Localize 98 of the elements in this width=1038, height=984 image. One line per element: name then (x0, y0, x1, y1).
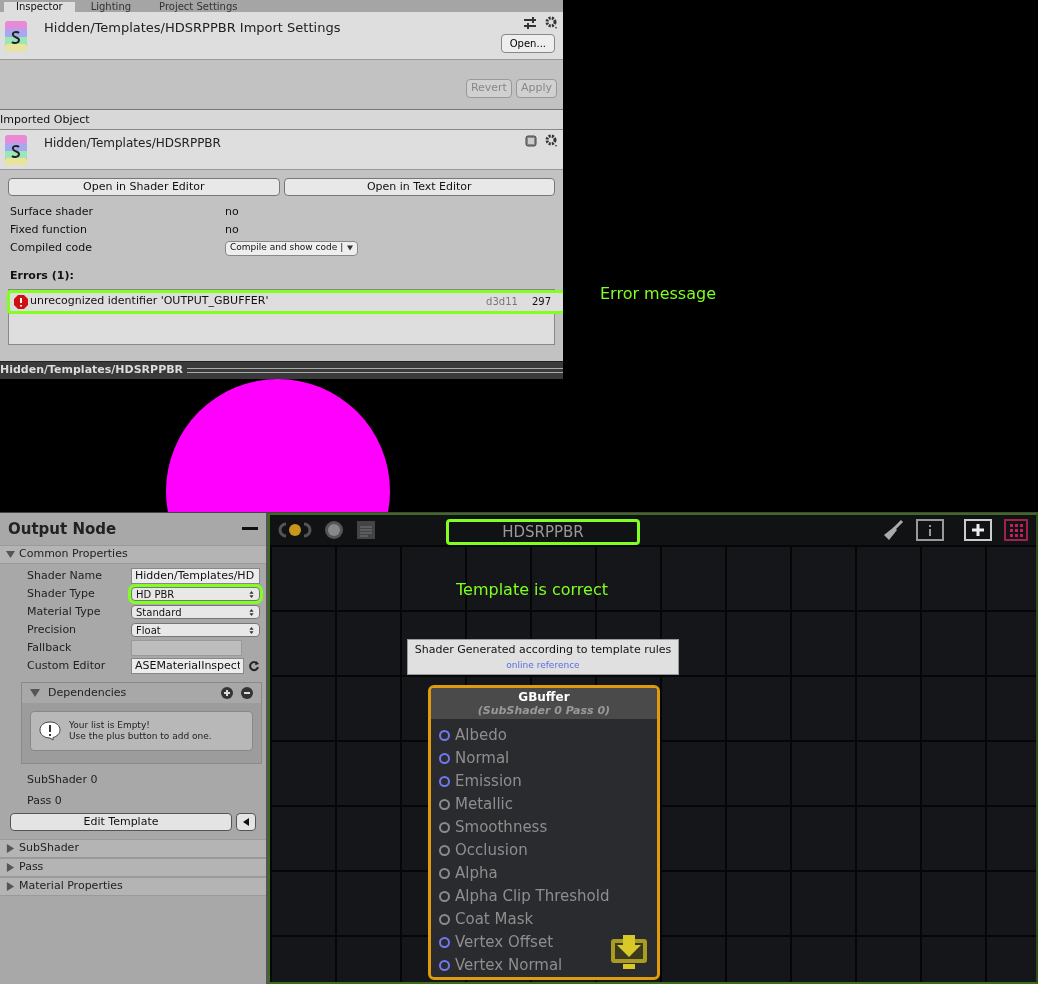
input-port-icon[interactable] (439, 799, 450, 810)
foldout-arrow-icon[interactable] (30, 688, 40, 698)
sliders-icon[interactable] (523, 16, 537, 30)
port-label: Smoothness (455, 817, 548, 839)
grid-icon[interactable] (1004, 519, 1028, 541)
settings-icon[interactable] (545, 134, 559, 148)
field-label: Precision (27, 621, 78, 638)
error-icon (14, 294, 28, 309)
pass-label: Pass 0 (26, 792, 63, 809)
error-platform: d3d11 (486, 295, 518, 309)
foldout-arrow-icon[interactable] (6, 550, 15, 559)
shader-file-icon (4, 20, 28, 52)
field-label: Shader Name (27, 567, 103, 584)
open-button[interactable]: Open... (500, 34, 555, 53)
tab[interactable]: Inspector (4, 2, 75, 12)
input-port-icon[interactable] (439, 753, 450, 764)
field-label: Custom Editor (27, 657, 107, 674)
info-icon[interactable] (916, 519, 944, 541)
import-settings-title: Hidden/Templates/HDSRPPBR Import Settings (44, 19, 342, 37)
input-port-icon[interactable] (439, 937, 450, 948)
port-label: Albedo (455, 725, 507, 747)
panel-title: Output Node (8, 518, 117, 540)
property-label: Fixed function (10, 221, 88, 238)
annotation-label: Template is correct (456, 579, 608, 601)
port-label: Emission (455, 771, 522, 793)
updown-arrows-icon[interactable] (248, 590, 255, 598)
preview-title: Hidden/Templates/HDSRPPBR (0, 362, 184, 379)
download-icon[interactable] (609, 933, 649, 971)
port-label: Occlusion (455, 840, 528, 862)
tooltip-text: Shader Generated according to template rules (414, 642, 672, 658)
editor-button[interactable]: Open in Text Editor (283, 178, 555, 196)
property-value: no (225, 203, 239, 220)
imported-object-title: Hidden/Templates/HDSRPPBR (44, 135, 222, 152)
foldout-arrow-icon[interactable] (6, 844, 15, 853)
circle-icon[interactable] (324, 520, 344, 540)
help-icon[interactable] (525, 135, 537, 147)
input-port-icon[interactable] (439, 891, 450, 902)
port-label: Alpha (455, 863, 498, 885)
errors-heading: Errors (1): (9, 268, 75, 284)
settings-icon[interactable] (545, 16, 559, 30)
edit-template-button[interactable]: Edit Template (10, 813, 232, 831)
refresh-icon[interactable] (248, 660, 260, 672)
port-label: Coat Mask (455, 909, 534, 931)
input-port-icon[interactable] (439, 868, 450, 879)
input-port-icon[interactable] (439, 776, 450, 787)
broom-icon[interactable] (882, 519, 904, 541)
input-port-icon[interactable] (439, 960, 450, 971)
canvas-title: HDSRPPBR (446, 519, 640, 545)
port-label: Metallic (455, 794, 513, 816)
port-label: Normal (455, 748, 510, 770)
section-header[interactable]: Common Properties (0, 545, 266, 564)
annotation-label: Error message (600, 283, 716, 305)
property-label: Compiled code (10, 239, 93, 256)
error-line: 297 (531, 295, 551, 309)
input-port-icon[interactable] (439, 914, 450, 925)
error-message: unrecognized identifier 'OUTPUT_GBUFFER' (30, 293, 270, 310)
section-header[interactable]: Material Properties (0, 877, 266, 896)
port-label: Vertex Normal (455, 955, 563, 977)
minimize-icon[interactable] (242, 527, 258, 531)
subshader-label: SubShader 0 (26, 772, 99, 788)
updown-arrows-icon[interactable] (248, 608, 255, 616)
dependencies-label: Dependencies (48, 684, 128, 701)
section-label: Imported Object (0, 110, 563, 130)
add-node-icon[interactable] (964, 519, 992, 541)
section-header[interactable]: SubShader (0, 839, 266, 858)
input-port-icon[interactable] (439, 730, 450, 741)
collapse-button[interactable] (236, 813, 256, 831)
dropdown[interactable]: Float (131, 623, 260, 637)
field-label: Fallback (27, 639, 73, 656)
field-label: Material Type (27, 603, 102, 620)
property-value: no (225, 221, 239, 238)
live-mode-icon[interactable] (278, 520, 312, 540)
foldout-arrow-icon[interactable] (6, 863, 15, 872)
dropdown[interactable]: HD PBR (131, 587, 260, 601)
foldout-arrow-icon[interactable] (6, 882, 15, 891)
port-label: Vertex Offset (455, 932, 554, 954)
input-port-icon[interactable] (439, 822, 450, 833)
node-title: GBuffer (518, 690, 570, 704)
field-label: Shader Type (27, 585, 96, 602)
caret-icon[interactable] (347, 245, 354, 251)
updown-arrows-icon[interactable] (248, 626, 255, 634)
warning-bubble-icon (39, 721, 61, 741)
node-subtitle: (SubShader 0 Pass 0) (477, 704, 611, 717)
dropdown[interactable]: Standard (131, 605, 260, 619)
port-label: Alpha Clip Threshold (455, 886, 610, 908)
text-field[interactable]: Hidden/Templates/HD (131, 568, 260, 584)
add-icon[interactable] (221, 687, 233, 699)
remove-icon[interactable] (241, 687, 253, 699)
compile-dropdown[interactable]: Compile and show code | (225, 240, 359, 256)
property-label: Surface shader (10, 203, 95, 220)
input-port-icon[interactable] (439, 845, 450, 856)
section-header[interactable]: Pass (0, 858, 266, 877)
empty-list-message: Your list is Empty! Use the plus button to add one. (69, 720, 212, 742)
left-triangle-icon (243, 818, 249, 826)
shader-file-icon (4, 134, 28, 166)
console-icon[interactable] (356, 520, 376, 540)
editor-button[interactable]: Open in Shader Editor (8, 178, 280, 196)
online-reference-link[interactable]: online reference (506, 658, 580, 672)
